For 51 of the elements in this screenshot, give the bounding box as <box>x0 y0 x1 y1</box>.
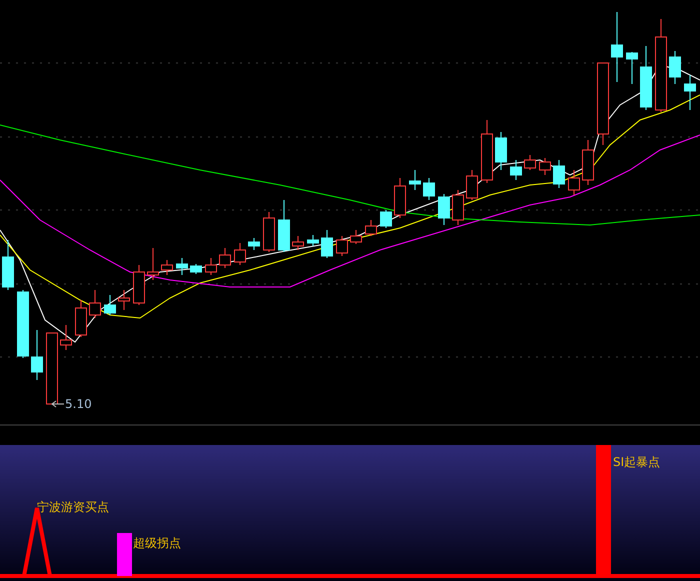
candlestick <box>640 46 652 110</box>
candlestick <box>481 120 493 184</box>
candlestick <box>539 158 551 176</box>
candlestick <box>60 324 72 350</box>
candlestick <box>46 332 58 404</box>
candlestick <box>336 236 348 256</box>
candlestick <box>2 240 14 290</box>
signal-label: 超级拐点 <box>133 536 181 550</box>
candlestick <box>75 300 87 338</box>
candlestick <box>133 264 145 306</box>
candlestick <box>438 194 450 226</box>
signal-label: SI起暴点 <box>613 455 660 469</box>
candlestick <box>161 260 173 276</box>
candlestick <box>394 178 406 218</box>
candlestick <box>89 290 101 318</box>
candlestick <box>466 170 478 200</box>
candlestick <box>321 230 333 258</box>
candlestick <box>611 12 623 82</box>
candlestick <box>278 200 290 252</box>
candlestick <box>147 248 159 280</box>
candlestick <box>17 290 29 358</box>
candlestick <box>495 132 507 170</box>
candlestick <box>553 160 565 188</box>
candlestick <box>510 160 522 180</box>
candlestick <box>684 74 696 110</box>
candlestick <box>176 258 188 276</box>
candlestick <box>234 242 246 266</box>
candlestick <box>118 290 130 310</box>
candlestick <box>423 178 435 200</box>
signal-label: 宁波游资买点 <box>37 500 109 514</box>
candlestick <box>205 258 217 276</box>
candlestick <box>365 220 377 236</box>
candlestick <box>248 238 260 250</box>
candlestick <box>104 294 116 316</box>
candlestick <box>292 236 304 250</box>
candlestick <box>409 170 421 190</box>
candlestick <box>263 212 275 252</box>
candlestick <box>452 190 464 226</box>
candlestick <box>669 50 681 84</box>
candlestick <box>190 264 202 274</box>
arrow-icon <box>51 400 64 408</box>
candlestick <box>350 230 362 244</box>
candlestick <box>626 52 638 84</box>
candlestick <box>524 154 536 170</box>
candlestick <box>568 170 580 196</box>
candlestick <box>219 248 231 268</box>
candlestick <box>307 234 319 246</box>
low-price-label: 5.10 <box>65 396 92 412</box>
candlestick <box>31 330 43 380</box>
candlestick <box>582 140 594 186</box>
candlestick <box>380 210 392 228</box>
